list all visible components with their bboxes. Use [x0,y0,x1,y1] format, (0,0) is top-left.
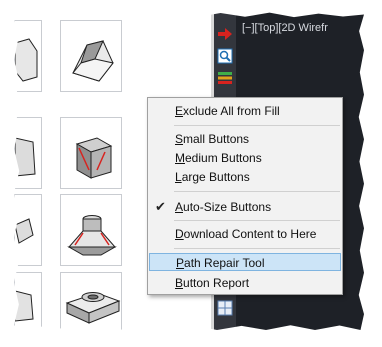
menu-item-mnemonic: E [175,104,184,118]
box-duct-icon [75,137,113,179]
hood-duct-icon [67,215,117,256]
plenum-icon [65,292,121,324]
palette-tile[interactable] [14,117,42,189]
palette-tile-box[interactable] [60,117,122,189]
palette-tile-plenum[interactable] [60,272,122,330]
menu-item-mnemonic: B [175,276,184,290]
red-arrow-icon[interactable] [217,26,233,42]
palette-tile-hood[interactable] [60,194,122,266]
menu-item-mnemonic: L [175,170,182,184]
menu-separator [174,191,340,192]
duct-shape-icon [15,38,38,82]
menu-item-mnemonic: A [175,200,184,214]
menu-item-mnemonic: S [175,132,184,146]
menu-item-large-buttons[interactable]: Large Buttons [148,168,342,186]
menu-item-mnemonic: D [175,227,184,241]
menu-item-label: utton Report [183,276,250,290]
menu-item-small-buttons[interactable]: Small Buttons [148,130,342,148]
duct-shape-icon [15,137,36,177]
checkmark-icon: ✔ [155,199,166,214]
menu-item-auto-size-buttons[interactable]: ✔ Auto-Size Buttons [148,198,342,216]
menu-item-label: ath Repair Tool [184,256,265,270]
menu-item-exclude-all-from-fill[interactable]: Exclude All from Fill [148,102,342,120]
zoom-icon[interactable] [217,48,233,64]
context-menu: Exclude All from Fill Small Buttons Medi… [147,97,343,295]
menu-item-label: mall Buttons [183,132,250,146]
layers-icon[interactable] [217,70,233,86]
menu-separator [174,220,340,221]
menu-item-medium-buttons[interactable]: Medium Buttons [148,149,342,167]
menu-item-download-content-to-here[interactable]: Download Content to Here [148,225,342,243]
palette-tile[interactable] [14,272,42,330]
transition-duct-icon [72,40,114,82]
menu-item-label: arge Buttons [181,170,250,184]
duct-shape-icon [15,290,34,322]
menu-item-label: ownload Content to Here [183,227,317,241]
menu-separator [174,125,340,126]
menu-item-label: xclude All from Fill [183,104,280,118]
grid-icon[interactable] [217,300,233,316]
palette-tile[interactable] [14,194,42,266]
palette-tile-transition[interactable] [60,20,122,92]
duct-shape-icon [15,218,34,244]
menu-item-button-report[interactable]: Button Report [148,274,342,292]
palette-tile[interactable] [14,20,42,92]
menu-item-mnemonic: P [176,256,185,270]
viewport-controls-label[interactable]: [−][Top][2D Wirefr [242,22,328,34]
menu-item-label: uto-Size Buttons [183,200,272,214]
menu-item-label: edium Buttons [185,151,262,165]
menu-separator [174,248,340,249]
menu-item-path-repair-tool[interactable]: Path Repair Tool [149,253,341,271]
menu-item-mnemonic: M [175,151,185,165]
